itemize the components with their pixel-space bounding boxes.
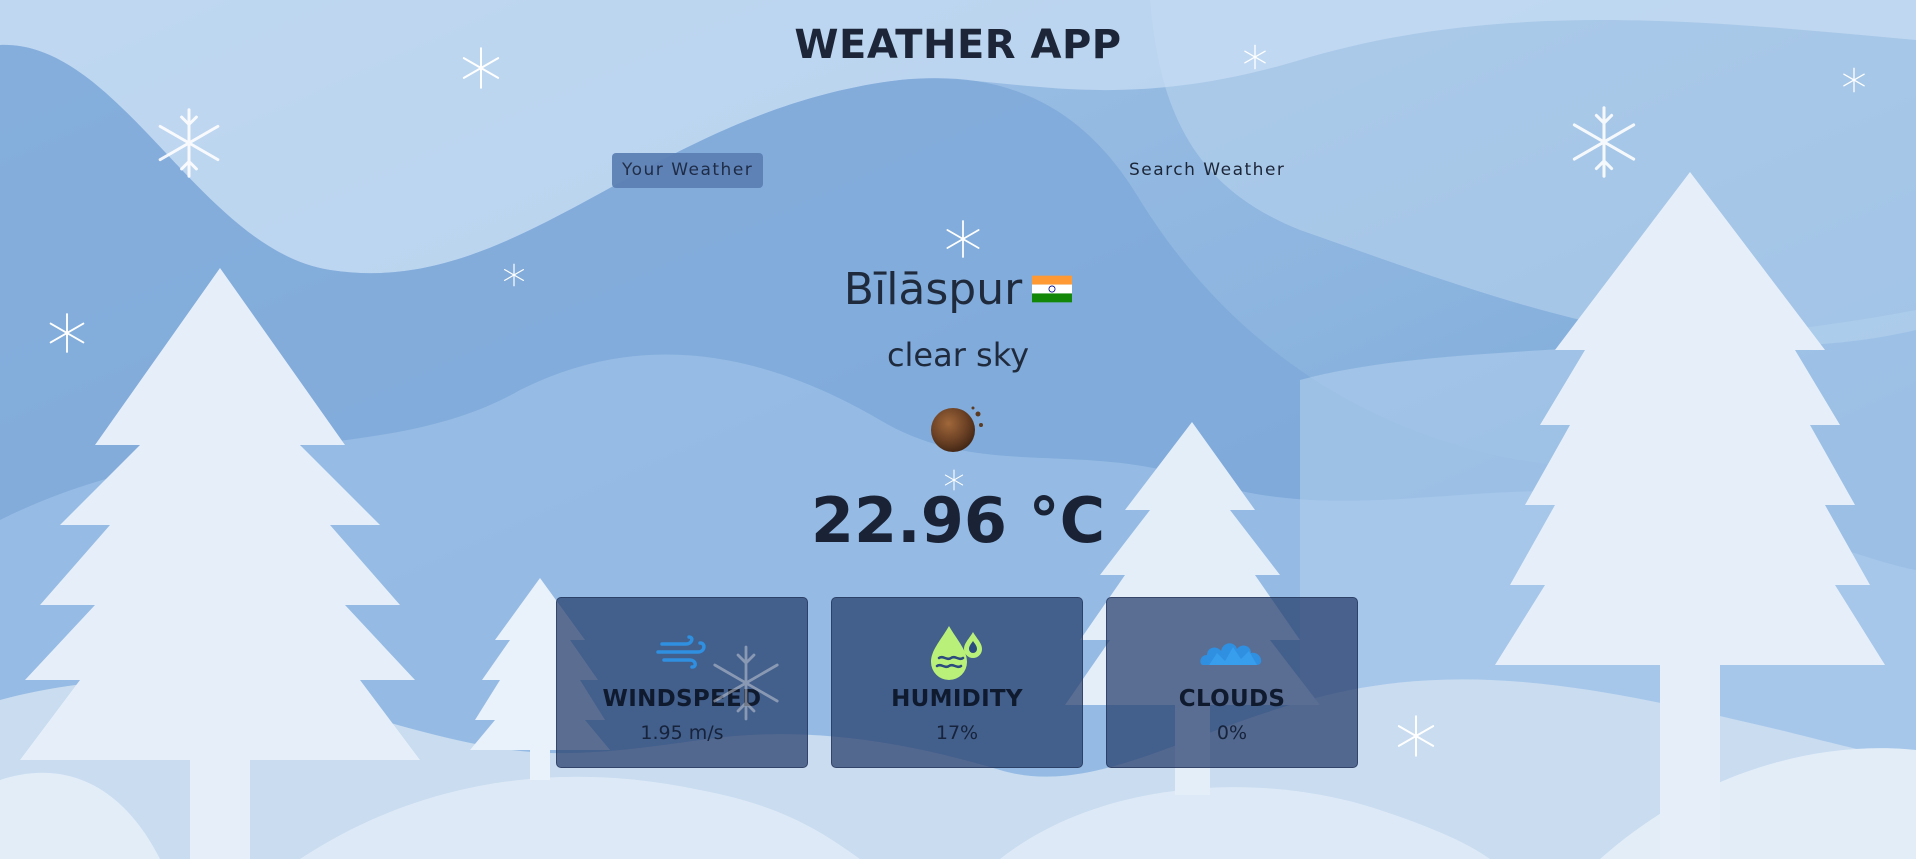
clouds-label: CLOUDS (1178, 686, 1286, 712)
india-flag-icon (1032, 275, 1073, 303)
clouds-value: 0% (1216, 722, 1248, 744)
tab-your-weather[interactable]: Your Weather (612, 153, 764, 188)
windspeed-value: 1.95 m/s (640, 722, 724, 744)
humidity-value: 17% (935, 722, 979, 744)
temperature-value: 22.96 °C (810, 484, 1106, 557)
clear-night-moon-icon (931, 406, 983, 452)
wind-icon (656, 635, 706, 669)
windspeed-label: WINDSPEED (602, 686, 762, 712)
clouds-icon (1200, 643, 1262, 665)
humidity-card: HUMIDITY 17% (831, 597, 1083, 768)
weather-description: clear sky (886, 336, 1030, 374)
humidity-drops-icon (931, 626, 982, 680)
humidity-label: HUMIDITY (891, 686, 1023, 712)
city-heading: Bīlāspur (0, 264, 1916, 315)
app-title: WEATHER APP (794, 22, 1122, 68)
clouds-card: CLOUDS 0% (1106, 597, 1358, 768)
windspeed-card: WINDSPEED 1.95 m/s (556, 597, 808, 768)
city-name: Bīlāspur (843, 264, 1023, 315)
tab-search-weather[interactable]: Search Weather (1119, 153, 1295, 188)
